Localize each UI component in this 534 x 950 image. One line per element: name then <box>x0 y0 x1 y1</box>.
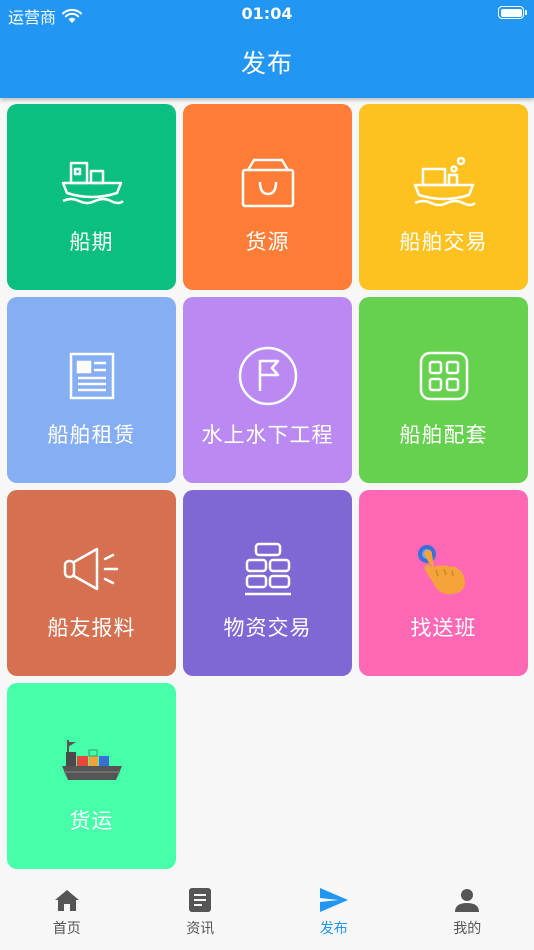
tile-ship-trade[interactable]: 船舶交易 <box>359 104 528 290</box>
tap-hand-icon <box>417 545 465 595</box>
tab-label: 我的 <box>453 921 482 937</box>
page-title: 发布 <box>240 49 293 78</box>
tile-label: 船舶配套 <box>399 423 488 447</box>
flag-icon <box>238 346 297 406</box>
tile-label: 物资交易 <box>223 616 312 640</box>
bricks-icon <box>244 542 291 596</box>
tile-label: 水上水下工程 <box>201 423 334 447</box>
app-header: 运营商 01:04 发布 <box>0 0 534 98</box>
bag-icon <box>241 158 294 208</box>
tile-label: 找送班 <box>410 616 477 640</box>
battery-icon <box>498 6 527 19</box>
tile-ship-schedule[interactable]: 船期 <box>7 104 176 290</box>
tile-cargo-source[interactable]: 货源 <box>183 104 352 290</box>
home-icon <box>54 890 79 911</box>
tile-label: 货运 <box>69 809 114 833</box>
status-bar: 运营商 01:04 <box>0 0 534 28</box>
tab-news[interactable]: 资讯 <box>134 876 268 950</box>
tab-publish[interactable]: 发布 <box>267 876 401 950</box>
bottom-tab-bar: 首页 资讯 发布 我的 <box>0 876 534 950</box>
tile-find-shuttle[interactable]: 找送班 <box>359 490 528 676</box>
newspaper-icon <box>69 352 114 400</box>
document-icon <box>189 888 212 912</box>
tab-label: 首页 <box>52 921 81 937</box>
tile-label: 船舶租赁 <box>47 423 136 447</box>
tile-label: 船期 <box>69 230 114 254</box>
tile-water-engineering[interactable]: 水上水下工程 <box>183 297 352 483</box>
send-icon <box>319 888 348 912</box>
tile-ship-leasing[interactable]: 船舶租赁 <box>7 297 176 483</box>
status-time: 01:04 <box>241 4 293 23</box>
ship-trade-icon <box>413 157 476 207</box>
tile-boat-friend-report[interactable]: 船友报料 <box>7 490 176 676</box>
tab-mine[interactable]: 我的 <box>401 876 534 950</box>
tile-freight[interactable]: 货运 <box>7 683 176 869</box>
cargo-ship-icon <box>61 740 122 780</box>
tile-label: 货源 <box>245 230 290 254</box>
tile-label: 船友报料 <box>47 616 136 640</box>
person-icon <box>455 889 480 912</box>
ship-icon <box>61 161 124 205</box>
tile-ship-supporting[interactable]: 船舶配套 <box>359 297 528 483</box>
publish-grid: 船期 货源 船舶交易 船舶租赁 水上水下工程 船舶配套 船友报料 物资交易 找送… <box>7 104 528 869</box>
tile-material-trade[interactable]: 物资交易 <box>183 490 352 676</box>
megaphone-icon <box>63 547 118 591</box>
tab-label: 资讯 <box>186 921 215 937</box>
tile-label: 船舶交易 <box>399 230 488 254</box>
tab-label: 发布 <box>319 921 348 937</box>
grid-icon <box>419 351 468 401</box>
tab-home[interactable]: 首页 <box>0 876 134 950</box>
